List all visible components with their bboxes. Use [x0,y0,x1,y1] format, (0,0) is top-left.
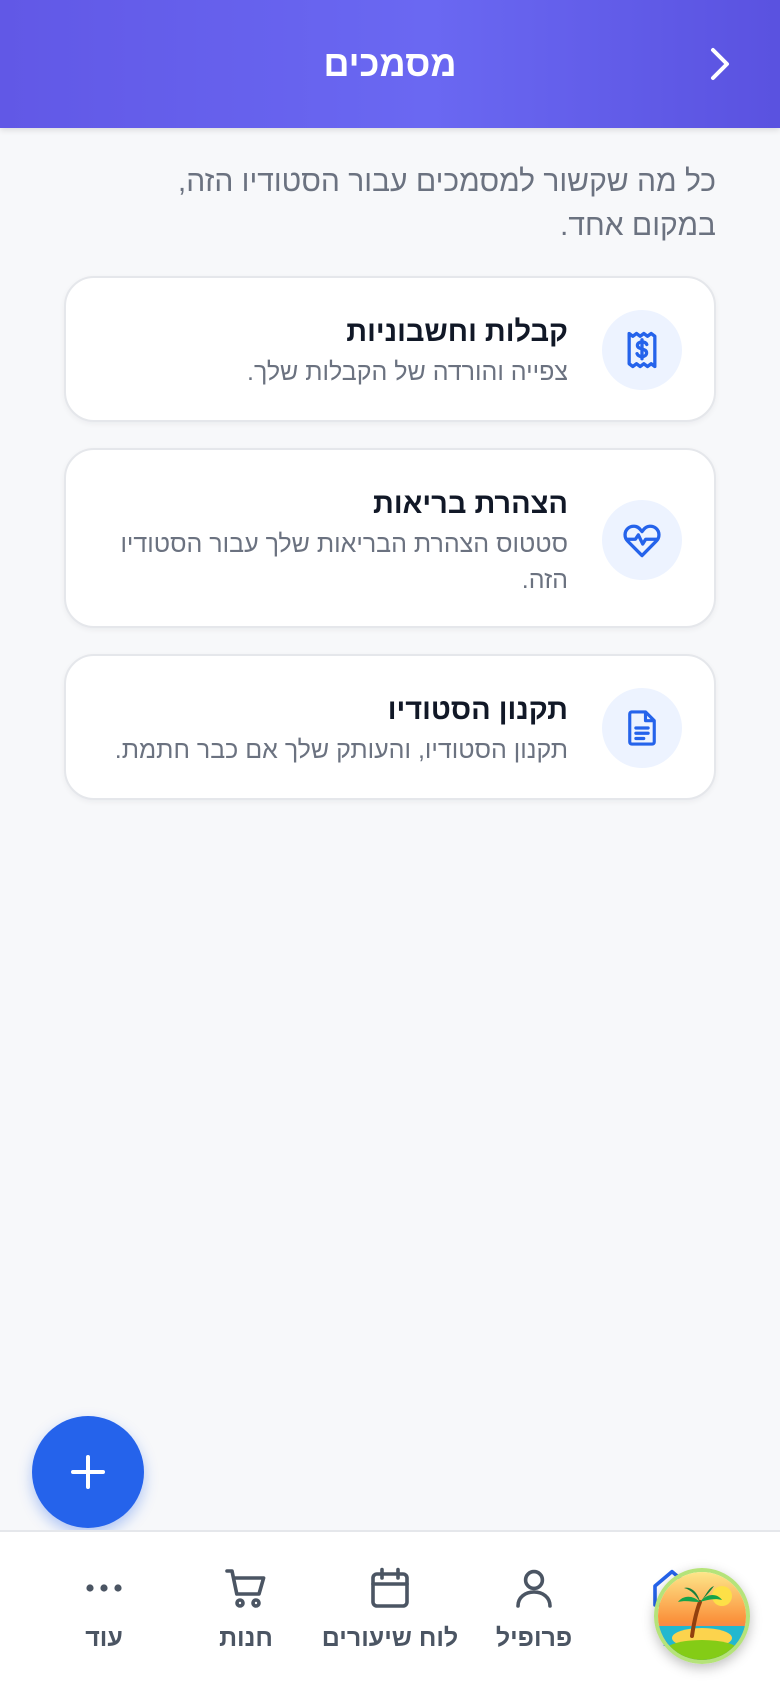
nav-label: לוח שיעורים [321,1624,459,1652]
health-icon-wrapper [602,500,682,580]
nav-label: פרופיל [495,1624,573,1652]
receipt-dollar-icon [627,331,657,369]
card-description: סטטוס הצהרת הבריאות שלך עבור הסטודיו הזה… [120,530,568,594]
health-declaration-text: הצהרת בריאות סטטוס הצהרת הבריאות שלך עבו… [98,486,568,598]
receipts-card[interactable]: קבלות וחשבוניות צפייה והורדה של הקבלות ש… [64,276,716,422]
nav-item-shop[interactable]: חנות [186,1564,306,1653]
more-icon [86,1584,122,1592]
plus-icon [71,1455,105,1489]
heart-pulse-icon [623,524,661,558]
cart-icon [225,1569,266,1608]
receipts-text: קבלות וחשבוניות צפייה והורדה של הקבלות ש… [98,314,568,390]
nav-item-schedule[interactable]: לוח שיעורים [310,1564,470,1653]
health-declaration-card[interactable]: הצהרת בריאות סטטוס הצהרת הבריאות שלך עבו… [64,448,716,628]
app-header: מסמכים [0,0,780,128]
chevron-right-icon [711,48,729,80]
nav-item-more[interactable]: עוד [44,1564,164,1653]
back-button[interactable] [694,38,746,90]
user-icon [516,1569,552,1608]
add-button[interactable] [32,1416,144,1528]
receipt-icon-wrapper [602,310,682,390]
studio-regulations-card[interactable]: תקנון הסטודיו תקנון הסטודיו, והעותק שלך … [64,654,716,800]
nav-label: עוד [85,1624,123,1652]
nav-item-profile[interactable]: פרופיל [474,1564,594,1653]
card-title: הצהרת בריאות [373,488,568,520]
avatar[interactable] [654,1568,750,1664]
card-title: תקנון הסטודיו [387,694,568,726]
nav-label: חנות [219,1624,273,1652]
studio-regulations-text: תקנון הסטודיו תקנון הסטודיו, והעותק שלך … [98,692,568,768]
intro-text: כל מה שקשור למסמכים עבור הסטודיו הזה, במ… [177,165,716,242]
document-icon [628,710,656,746]
island-avatar-image [658,1572,746,1660]
card-description: תקנון הסטודיו, והעותק שלך אם כבר חתמת. [114,736,568,764]
page-title: מסמכים [323,43,457,84]
card-title: קבלות וחשבוניות [346,316,568,348]
calendar-icon [371,1567,409,1608]
card-description: צפייה והורדה של הקבלות שלך. [247,358,568,386]
document-icon-wrapper [602,688,682,768]
